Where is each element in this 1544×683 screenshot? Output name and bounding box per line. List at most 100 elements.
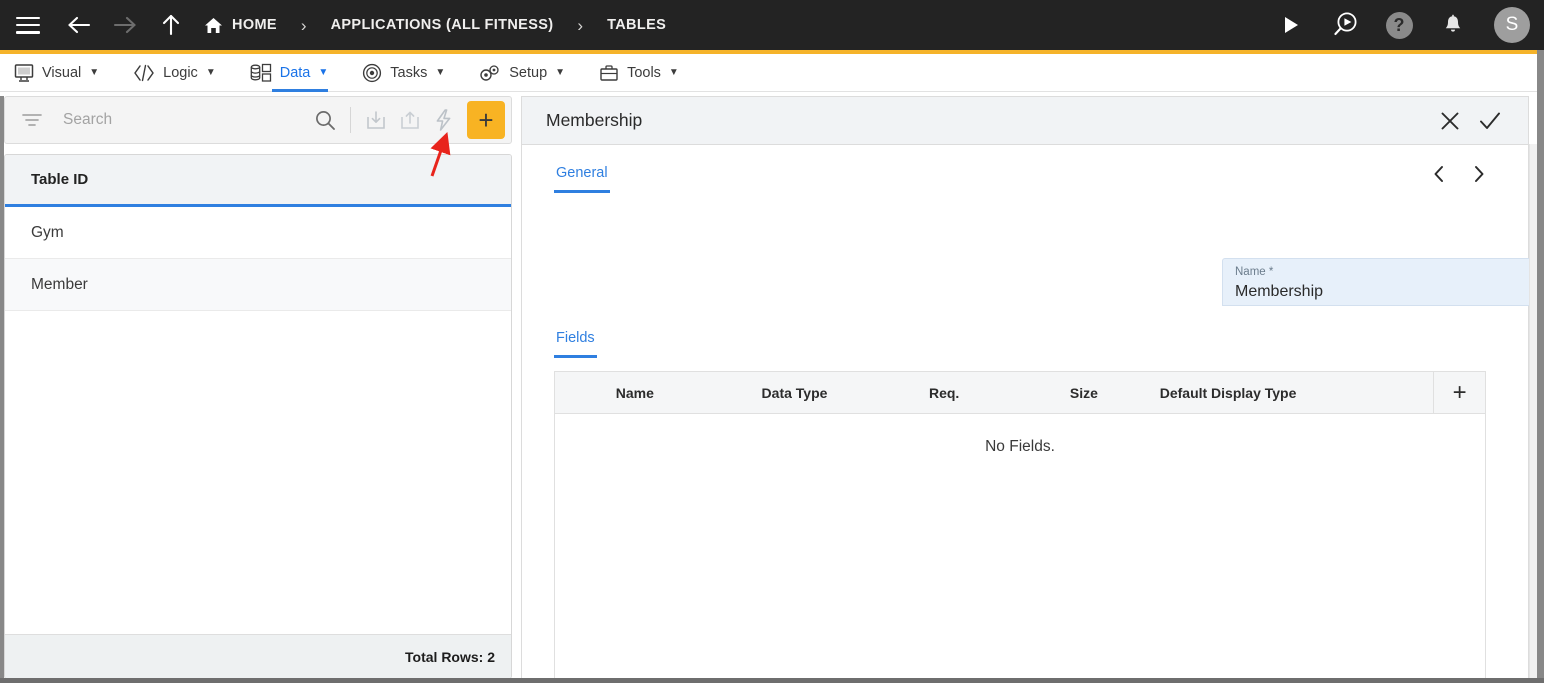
export-button[interactable] (393, 103, 427, 137)
menu-item-tasks[interactable]: Tasks ▼ (362, 54, 445, 92)
search-button[interactable] (308, 103, 342, 137)
search-preview-button[interactable] (1330, 10, 1360, 40)
monitor-icon (14, 63, 34, 83)
add-table-label: + (478, 105, 494, 135)
table-row[interactable]: Member (5, 259, 511, 311)
chevron-down-icon: ▼ (668, 67, 679, 78)
filter-icon[interactable] (21, 112, 43, 128)
search-input[interactable] (63, 111, 308, 129)
tab-fields-label: Fields (556, 330, 595, 346)
detail-tabs: General (554, 145, 1496, 193)
main-menu-button[interactable] (0, 0, 56, 50)
tab-general[interactable]: General (554, 165, 610, 193)
detail-panel: Membership General Name * Membership Fie… (521, 96, 1544, 683)
add-table-button[interactable]: + (467, 101, 505, 139)
detail-panel-header: Membership (522, 97, 1528, 145)
column-header-size[interactable]: Size (1014, 372, 1154, 414)
column-header-data-type[interactable]: Data Type (715, 372, 875, 414)
list-rows: Gym Member (5, 207, 511, 634)
notifications-button[interactable] (1438, 10, 1468, 40)
quick-action-button[interactable] (427, 103, 461, 137)
menu-item-visual[interactable]: Visual ▼ (14, 54, 99, 92)
window-bottom-border (0, 678, 1544, 683)
avatar[interactable]: S (1494, 7, 1530, 43)
detail-panel-body: General Name * Membership Fields Name Da… (522, 145, 1544, 683)
name-field[interactable]: Name * Membership (1222, 258, 1544, 306)
home-icon (204, 17, 223, 34)
arrow-up-icon (162, 14, 180, 36)
column-header-table-id: Table ID (31, 171, 89, 188)
breadcrumb-item-home[interactable]: HOME (204, 17, 277, 34)
chevron-down-icon: ▼ (435, 67, 446, 78)
menu-item-logic[interactable]: Logic ▼ (133, 54, 216, 92)
close-button[interactable] (1430, 101, 1470, 141)
column-header-name[interactable]: Name (555, 372, 715, 414)
help-icon: ? (1385, 11, 1413, 39)
tab-fields[interactable]: Fields (554, 330, 597, 358)
target-icon (362, 63, 382, 83)
menu-label-setup: Setup (509, 64, 548, 81)
name-field-value: Membership (1235, 283, 1324, 300)
column-header-default-display-type[interactable]: Default Display Type (1154, 372, 1433, 414)
breadcrumb-item-applications[interactable]: APPLICATIONS (ALL FITNESS) (331, 17, 554, 33)
run-button[interactable] (1276, 10, 1306, 40)
back-button[interactable] (56, 0, 102, 50)
breadcrumb-separator: › (577, 15, 584, 35)
toolbar-divider (350, 107, 351, 133)
breadcrumb-item-tables[interactable]: TABLES (607, 17, 666, 33)
navigation-arrows (56, 0, 194, 50)
column-header-req[interactable]: Req. (874, 372, 1014, 414)
menu-item-setup[interactable]: Setup ▼ (479, 54, 565, 92)
fields-table-header: Name Data Type Req. Size Default Display… (555, 371, 1485, 414)
save-button[interactable] (1470, 101, 1510, 141)
menu-item-data[interactable]: Data ▼ (250, 54, 329, 92)
empty-state-message: No Fields. (985, 438, 1055, 455)
import-icon (367, 111, 385, 129)
arrow-right-icon (113, 16, 136, 34)
previous-record-button[interactable] (1428, 163, 1450, 185)
chevron-down-icon: ▼ (89, 67, 100, 78)
menu-label-tasks: Tasks (390, 64, 428, 81)
forward-button[interactable] (102, 0, 148, 50)
up-button[interactable] (148, 0, 194, 50)
code-brackets-icon (133, 64, 155, 82)
chevron-down-icon: ▼ (318, 67, 329, 78)
menu-item-tools[interactable]: Tools ▼ (599, 54, 679, 92)
header-actions: ? S (1276, 0, 1530, 50)
gears-icon (479, 63, 501, 83)
search-preview-icon (1334, 12, 1357, 36)
check-icon (1480, 112, 1500, 129)
tab-general-label: General (556, 165, 608, 181)
page-title: Membership (546, 110, 643, 130)
chevron-down-icon: ▼ (205, 67, 216, 78)
hamburger-icon (16, 16, 40, 34)
active-tab-underline (554, 190, 610, 193)
breadcrumb-label-home: HOME (232, 17, 277, 33)
next-record-button[interactable] (1468, 163, 1490, 185)
magnifier-icon (316, 111, 335, 130)
menu-label-tools: Tools (627, 64, 661, 81)
table-row[interactable]: Gym (5, 207, 511, 259)
tables-list-panel: + Table ID Gym Member Total Rows: 2 (4, 96, 512, 679)
table-row-label: Member (31, 275, 88, 293)
window-left-border (0, 96, 4, 683)
lightning-bolt-icon (436, 109, 451, 131)
fields-section: Fields Name Data Type Req. Size Default … (554, 330, 1498, 683)
add-field-button[interactable]: + (1433, 371, 1485, 414)
import-button[interactable] (359, 103, 393, 137)
name-field-label: Name * (1235, 266, 1274, 278)
export-icon (401, 111, 419, 129)
breadcrumb-separator: › (300, 15, 307, 35)
breadcrumb-label-applications: APPLICATIONS (ALL FITNESS) (330, 17, 554, 33)
list-column-header[interactable]: Table ID (5, 155, 511, 207)
top-header-bar: HOME › APPLICATIONS (ALL FITNESS) › TABL… (0, 0, 1544, 50)
help-button[interactable]: ? (1384, 10, 1414, 40)
tables-list: Table ID Gym Member Total Rows: 2 (4, 154, 512, 679)
breadcrumb: HOME › APPLICATIONS (ALL FITNESS) › TABL… (204, 17, 666, 34)
menu-label-visual: Visual (42, 64, 82, 81)
toolbox-icon (599, 63, 619, 83)
active-tab-underline (554, 355, 597, 358)
active-menu-underline (271, 88, 329, 92)
list-footer: Total Rows: 2 (5, 634, 511, 678)
menu-label-logic: Logic (163, 64, 198, 81)
